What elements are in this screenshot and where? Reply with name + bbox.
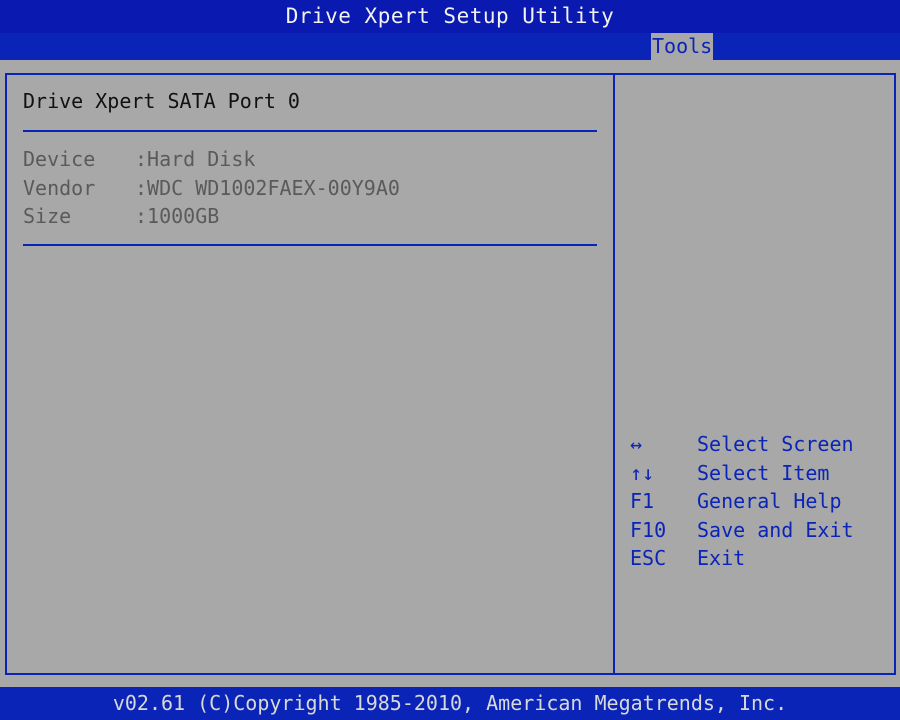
divider-bottom [23,244,597,246]
vertical-divider [613,75,615,673]
info-value: :1000GB [135,204,220,228]
menu-bar: Tools [0,33,900,60]
section-title: Drive Xpert SATA Port 0 [23,89,300,113]
help-key: F1 [630,489,655,513]
info-row-vendor: Vendor :WDC WD1002FAEX-00Y9A0 [23,176,400,200]
info-row-device: Device :Hard Disk [23,147,255,171]
up-down-arrow-icon: ↑↓ [630,460,655,485]
info-label: Device [23,147,96,171]
info-row-size: Size :1000GB [23,204,219,228]
info-value: :Hard Disk [135,147,256,171]
help-row-exit: ESC Exit [630,546,854,575]
divider-top [23,130,597,132]
help-action: Exit [697,546,746,570]
info-label: Vendor [23,176,96,200]
help-key: ESC [630,546,667,570]
info-label: Size [23,204,72,228]
help-row-save-exit: F10 Save and Exit [630,518,854,547]
help-action: General Help [697,489,842,513]
content-frame: Drive Xpert SATA Port 0 Device :Hard Disk… [5,73,896,675]
info-value: :WDC WD1002FAEX-00Y9A0 [135,176,400,200]
main-panel: Drive Xpert SATA Port 0 Device :Hard Disk… [0,60,900,687]
help-action: Select Screen [697,432,854,456]
window-title: Drive Xpert Setup Utility [0,0,900,33]
help-row-select-item: ↑↓ Select Item [630,461,854,490]
help-action: Select Item [697,460,830,485]
help-panel: ↔ Select Screen ↑↓ Select Item F1 General H… [630,432,854,575]
help-row-select-screen: ↔ Select Screen [630,432,854,461]
left-right-arrow-icon: ↔ [630,432,643,456]
tab-tools[interactable]: Tools [651,33,714,60]
copyright-footer: v02.61 (C)Copyright 1985-2010, American … [0,687,900,720]
help-row-general-help: F1 General Help [630,489,854,518]
help-key: F10 [630,517,667,542]
help-action: Save and Exit [697,517,854,542]
